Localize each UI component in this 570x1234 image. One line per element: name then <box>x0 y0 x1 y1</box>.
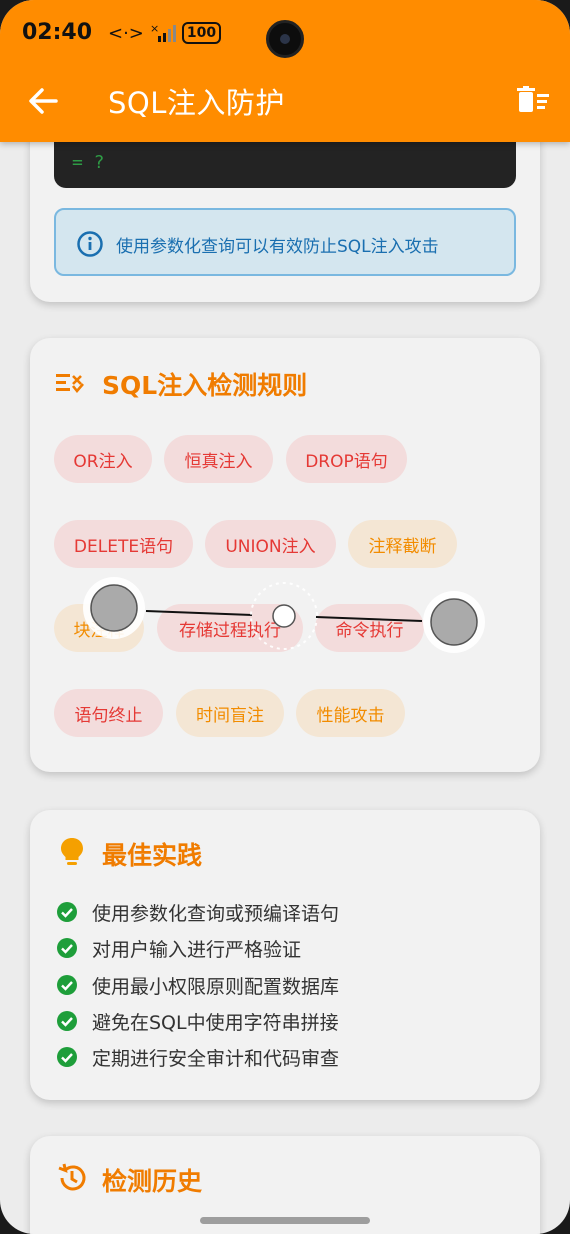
best-practice-item: 定期进行安全审计和代码审查 <box>56 1042 339 1072</box>
check-circle-icon <box>57 1011 77 1031</box>
app-bar: 02:40 <·> × 100 SQL注入防护 <box>0 0 570 142</box>
rule-chip[interactable]: 存储过程执行 <box>157 604 303 652</box>
best-practice-text: 对用户输入进行严格验证 <box>92 938 302 961</box>
best-practice-text: 定期进行安全审计和代码审查 <box>92 1047 340 1070</box>
best-practice-item: 对用户输入进行严格验证 <box>56 933 301 963</box>
network-icon: <·> <box>108 22 144 44</box>
rule-list-icon <box>56 374 84 394</box>
page-title: SQL注入防护 <box>108 86 285 120</box>
rule-chip[interactable]: 块注释 <box>54 604 144 652</box>
signal-icon: × <box>150 23 176 42</box>
best-practice-text: 避免在SQL中使用字符串拼接 <box>92 1011 339 1034</box>
rule-chip[interactable]: 时间盲注 <box>176 689 284 737</box>
rule-chip[interactable]: DROP语句 <box>286 435 407 483</box>
history-card-title: 检测历史 <box>102 1167 203 1196</box>
parameterized-query-card: = ? 使用参数化查询可以有效防止SQL注入攻击 <box>30 118 540 302</box>
best-practices-card: 最佳实践 使用参数化查询或预编译语句 对用户输入进行严格验证 使用最小权限原则配… <box>30 810 540 1100</box>
detection-rules-card: SQL注入检测规则 OR注入 恒真注入 DROP语句 DELETE语句 UNIO… <box>30 338 540 772</box>
check-circle-icon <box>57 902 77 922</box>
info-icon <box>77 231 103 257</box>
best-practice-text: 使用最小权限原则配置数据库 <box>92 975 340 998</box>
history-icon <box>58 1163 86 1191</box>
rule-chip[interactable]: UNION注入 <box>205 520 336 568</box>
rule-chip[interactable]: 语句终止 <box>54 689 163 737</box>
rules-card-title: SQL注入检测规则 <box>102 371 308 400</box>
check-circle-icon <box>57 938 77 958</box>
svg-text:×: × <box>150 23 159 35</box>
best-practice-item: 使用参数化查询或预编译语句 <box>56 897 339 927</box>
info-banner: 使用参数化查询可以有效防止SQL注入攻击 <box>54 208 516 276</box>
delete-sweep-icon[interactable] <box>515 86 551 116</box>
home-indicator[interactable] <box>200 1217 370 1224</box>
rule-chip[interactable]: 命令执行 <box>315 604 424 652</box>
status-icons: <·> × 100 <box>108 22 222 44</box>
best-practice-text: 使用参数化查询或预编译语句 <box>92 902 340 925</box>
best-practice-item: 避免在SQL中使用字符串拼接 <box>56 1006 339 1036</box>
battery-indicator: 100 <box>181 22 222 44</box>
check-circle-icon <box>57 1047 77 1067</box>
screen: 02:40 <·> × 100 SQL注入防护 = ? 使用参数化查询可以有效防… <box>0 0 570 1234</box>
lightbulb-icon <box>61 838 83 865</box>
rule-chip[interactable]: 注释截断 <box>348 520 457 568</box>
back-arrow-icon[interactable] <box>26 84 60 118</box>
check-circle-icon <box>57 975 77 995</box>
rule-chip[interactable]: DELETE语句 <box>54 520 193 568</box>
info-text: 使用参数化查询可以有效防止SQL注入攻击 <box>116 237 439 257</box>
code-snippet: = ? <box>72 152 105 173</box>
best-practice-item: 使用最小权限原则配置数据库 <box>56 970 339 1000</box>
rule-chip[interactable]: 性能攻击 <box>296 689 405 737</box>
status-time: 02:40 <box>22 20 93 45</box>
front-camera <box>266 20 304 58</box>
best-practices-title: 最佳实践 <box>102 841 203 870</box>
rule-chip[interactable]: 恒真注入 <box>164 435 273 483</box>
rule-chip[interactable]: OR注入 <box>54 435 152 483</box>
